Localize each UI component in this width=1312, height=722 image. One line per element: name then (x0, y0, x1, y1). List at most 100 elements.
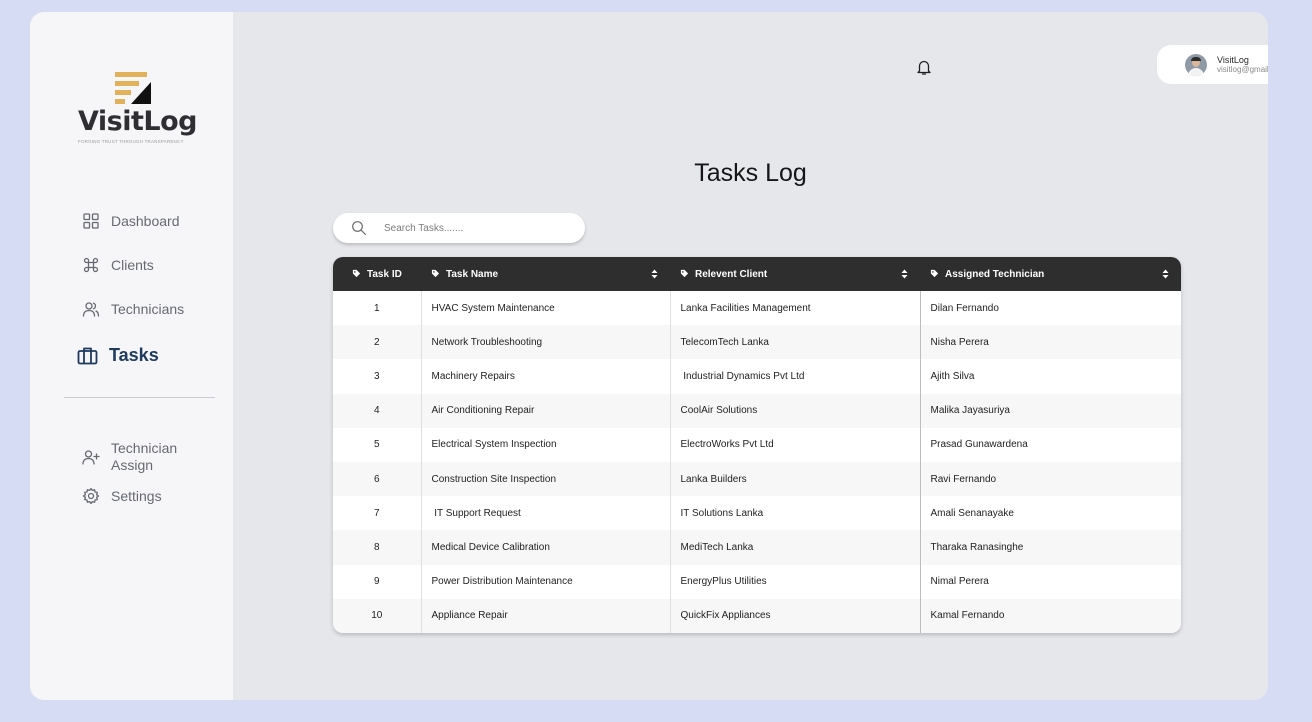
cell-technician: Prasad Gunawardena (919, 427, 1181, 462)
table-row[interactable]: 8 Medical Device Calibration MediTech La… (333, 530, 1181, 565)
cell-client: QuickFix Appliances (669, 598, 920, 633)
cell-task-id: 4 (333, 393, 422, 428)
sidebar-item-technician-assign[interactable]: Technician Assign (82, 440, 191, 474)
search-input[interactable] (384, 222, 564, 234)
table-header-row: Task ID Task Name Relevent Client Assign… (333, 257, 1181, 291)
cell-technician: Dilan Fernando (919, 291, 1181, 326)
column-header-task-id[interactable]: Task ID (333, 257, 421, 291)
user-profile-card[interactable]: VisitLog visitlog@gmail.com (1157, 45, 1268, 84)
logo-tagline: FORGING TRUST THROUGH TRANSPARENCY (78, 139, 184, 144)
table-row[interactable]: 3 Machinery Repairs Industrial Dynamics … (333, 359, 1181, 394)
main-content: VisitLog visitlog@gmail.com Tasks Log (233, 12, 1268, 700)
table-row[interactable]: 5 Electrical System Inspection ElectroWo… (333, 427, 1181, 462)
cell-client: TelecomTech Lanka (669, 325, 920, 360)
cell-client: ElectroWorks Pvt Ltd (669, 427, 920, 462)
search-bar[interactable] (333, 213, 585, 243)
column-header-assigned-technician[interactable]: Assigned Technician (920, 257, 1181, 291)
cell-technician: Ravi Fernando (919, 461, 1181, 497)
sidebar-item-label: Dashboard (111, 213, 180, 229)
user-name: VisitLog (1217, 54, 1249, 65)
cell-client: MediTech Lanka (669, 530, 920, 565)
sidebar-item-label: Technicians (111, 301, 185, 317)
column-header-task-name[interactable]: Task Name (421, 257, 670, 291)
column-header-label: Relevent Client (695, 268, 768, 280)
sort-icon[interactable] (1162, 269, 1169, 279)
column-header-label: Assigned Technician (945, 268, 1045, 280)
cell-task-id: 1 (333, 291, 422, 326)
table-row[interactable]: 1 HVAC System Maintenance Lanka Faciliti… (333, 291, 1181, 326)
cell-task-id: 10 (333, 598, 422, 633)
user-plus-icon (82, 450, 100, 465)
grid-icon (83, 213, 99, 229)
tag-icon (352, 269, 361, 277)
briefcase-icon (77, 347, 98, 365)
cell-technician: Tharaka Ranasinghe (919, 530, 1181, 565)
cell-task-name: HVAC System Maintenance (431, 302, 555, 314)
sidebar-item-clients[interactable]: Clients (82, 256, 154, 274)
cell-technician: Nimal Perera (919, 564, 1181, 599)
column-header-relevent-client[interactable]: Relevent Client (670, 257, 920, 291)
cell-task-id: 2 (333, 325, 422, 360)
cell-task-id: 3 (333, 359, 422, 394)
cell-task-name: Power Distribution Maintenance (431, 576, 573, 588)
cell-client: CoolAir Solutions (669, 393, 920, 428)
table-row[interactable]: 10 Appliance Repair QuickFix Appliances … (333, 598, 1181, 633)
cell-task-name: Medical Device Calibration (431, 541, 550, 553)
user-email: visitlog@gmail.com (1217, 64, 1268, 74)
search-icon (352, 221, 367, 236)
sort-icon[interactable] (901, 269, 908, 279)
sidebar-divider (64, 397, 215, 398)
cell-technician: Ajith Silva (919, 359, 1181, 394)
sidebar-item-tasks[interactable]: Tasks (77, 345, 159, 366)
column-header-label: Task ID (367, 268, 402, 280)
tasks-table: Task ID Task Name Relevent Client Assign… (333, 257, 1181, 633)
cell-task-name: Appliance Repair (431, 610, 508, 622)
cell-task-id: 6 (333, 461, 422, 497)
cell-task-name: Electrical System Inspection (431, 439, 557, 451)
cell-client: Lanka Facilities Management (669, 291, 920, 326)
column-header-label: Task Name (446, 268, 499, 280)
logo-mark-icon (115, 72, 151, 104)
sidebar-item-label: Clients (111, 257, 154, 273)
cell-task-name: Air Conditioning Repair (431, 405, 535, 417)
logo-wordmark: VisitLog (78, 106, 198, 137)
cell-technician: Kamal Fernando (919, 598, 1181, 633)
avatar (1185, 53, 1207, 76)
cell-technician: Malika Jayasuriya (919, 393, 1181, 428)
cell-task-name: Machinery Repairs (431, 370, 515, 382)
cell-task-name: Construction Site Inspection (431, 473, 557, 485)
table-row[interactable]: 7 IT Support Request IT Solutions Lanka … (333, 496, 1181, 531)
page-title: Tasks Log (694, 159, 807, 187)
sidebar-item-label: Technician Assign (111, 440, 178, 473)
sidebar-item-technicians[interactable]: Technicians (82, 300, 184, 318)
bell-icon[interactable] (915, 58, 933, 76)
sort-icon[interactable] (651, 269, 658, 279)
tag-icon (680, 269, 689, 277)
sidebar-item-label: Settings (111, 488, 162, 504)
table-row[interactable]: 2 Network Troubleshooting TelecomTech La… (333, 325, 1181, 360)
cell-client: IT Solutions Lanka (669, 496, 920, 531)
table-row[interactable]: 6 Construction Site Inspection Lanka Bui… (333, 461, 1181, 497)
sidebar-item-dashboard[interactable]: Dashboard (82, 212, 180, 230)
command-icon (83, 257, 99, 273)
cell-client: EnergyPlus Utilities (669, 564, 920, 599)
cell-task-id: 5 (333, 427, 422, 462)
tag-icon (431, 269, 440, 277)
sidebar-item-settings[interactable]: Settings (82, 487, 162, 505)
cell-technician: Nisha Perera (919, 325, 1181, 360)
cell-client: Industrial Dynamics Pvt Ltd (669, 359, 920, 394)
cell-technician: Amali Senanayake (919, 496, 1181, 531)
cell-client: Lanka Builders (669, 461, 920, 497)
table-row[interactable]: 9 Power Distribution Maintenance EnergyP… (333, 564, 1181, 599)
sidebar-item-label: Tasks (109, 345, 159, 365)
cell-task-name: Network Troubleshooting (431, 336, 543, 348)
table-row[interactable]: 4 Air Conditioning Repair CoolAir Soluti… (333, 393, 1181, 428)
cell-task-id: 7 (333, 496, 422, 531)
tag-icon (930, 269, 939, 277)
sidebar: VisitLog FORGING TRUST THROUGH TRANSPARE… (30, 12, 233, 700)
cell-task-name: IT Support Request (431, 507, 521, 519)
users-icon (82, 302, 100, 317)
app-window: VisitLog FORGING TRUST THROUGH TRANSPARE… (30, 12, 1268, 700)
gear-icon (82, 487, 100, 505)
cell-task-id: 8 (333, 530, 422, 565)
